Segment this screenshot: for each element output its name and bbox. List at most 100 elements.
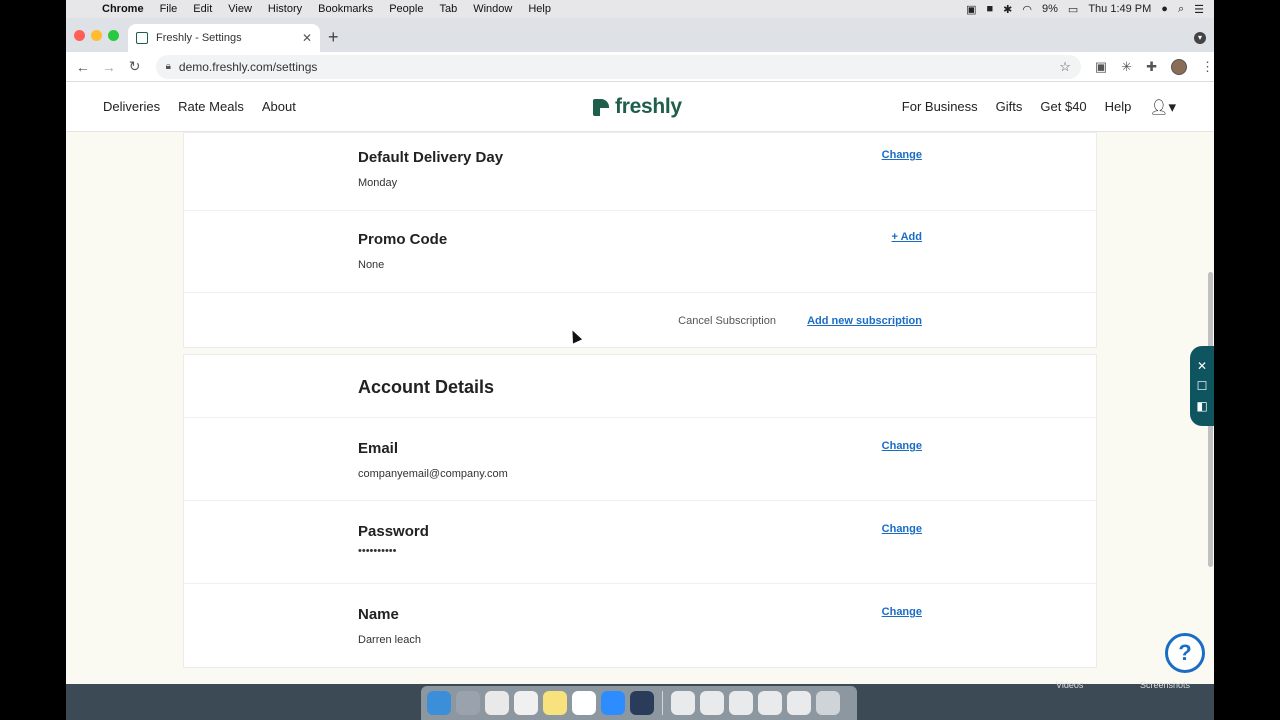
browser-tab[interactable]: Freshly - Settings ✕	[128, 24, 320, 52]
help-button[interactable]: ?	[1165, 633, 1205, 673]
panel-icon[interactable]: ◧	[1196, 399, 1207, 413]
account-menu-icon[interactable]: 👤︎▾	[1149, 98, 1176, 116]
notification-icon[interactable]: ☰	[1194, 3, 1204, 16]
password-value: ••••••••••	[358, 545, 397, 557]
desktop-videos-label[interactable]: Videos	[1056, 680, 1083, 690]
finder-icon[interactable]	[427, 691, 451, 715]
clock[interactable]: Thu 1:49 PM	[1088, 3, 1151, 15]
web-page: Deliveries Rate Meals About freshly For …	[66, 82, 1214, 684]
nav-about[interactable]: About	[262, 99, 296, 114]
forward-arrow-icon[interactable]: →	[96, 59, 122, 75]
dock-separator	[662, 691, 663, 715]
battery-percent[interactable]: 9%	[1042, 3, 1058, 15]
slack-extension-icon[interactable]: ✳	[1121, 59, 1132, 75]
tab-strip: Freshly - Settings ✕ + ▾	[66, 18, 1214, 52]
bookmark-star-icon[interactable]: ☆	[1059, 59, 1071, 75]
menu-edit[interactable]: Edit	[185, 3, 220, 15]
lock-icon[interactable]: 🔒︎	[166, 61, 171, 72]
user-icon[interactable]: ●	[1161, 3, 1168, 15]
quicktime-icon[interactable]	[630, 691, 654, 715]
spotlight-icon[interactable]: ⌕	[1178, 3, 1184, 16]
tab-title: Freshly - Settings	[156, 32, 242, 44]
screen: Chrome File Edit View History Bookmarks …	[66, 0, 1214, 720]
new-tab-button[interactable]: +	[328, 28, 339, 46]
change-name-link[interactable]: Change	[882, 606, 922, 618]
puzzle-extensions-icon[interactable]: ✚	[1146, 59, 1157, 75]
change-password-link[interactable]: Change	[882, 523, 922, 535]
chrome-menu-icon[interactable]: ⋮	[1201, 59, 1214, 75]
zoom-icon[interactable]	[601, 691, 625, 715]
mac-menubar: Chrome File Edit View History Bookmarks …	[66, 0, 1214, 18]
menu-help[interactable]: Help	[520, 3, 559, 15]
profile-avatar[interactable]	[1170, 58, 1187, 75]
freshly-logo-icon	[593, 98, 609, 116]
subscription-actions-row: Cancel Subscription Add new subscription	[184, 293, 1096, 349]
delivery-day-title: Default Delivery Day	[358, 149, 504, 166]
close-tab-icon[interactable]: ✕	[302, 31, 312, 45]
menu-bookmarks[interactable]: Bookmarks	[310, 3, 381, 15]
close-icon[interactable]: ✕	[1197, 359, 1207, 373]
url-text[interactable]: demo.freshly.com/settings	[179, 60, 318, 74]
delivery-day-row: Default Delivery Day Monday Change	[184, 133, 1096, 211]
address-bar[interactable]: 🔒︎ demo.freshly.com/settings ☆	[155, 54, 1081, 79]
battery-icon: ▭	[1067, 3, 1079, 16]
menu-file[interactable]: File	[152, 3, 186, 15]
window-thumbnail-icon[interactable]	[700, 691, 724, 715]
close-window-button[interactable]	[74, 30, 85, 41]
nav-deliveries[interactable]: Deliveries	[103, 99, 160, 114]
slack-icon[interactable]	[514, 691, 538, 715]
menu-people[interactable]: People	[381, 3, 431, 15]
promo-code-row: Promo Code None + Add	[184, 211, 1096, 293]
account-details-card: Account Details Email companyemail@compa…	[183, 354, 1097, 668]
add-promo-code-link[interactable]: + Add	[892, 231, 922, 243]
nav-gifts[interactable]: Gifts	[996, 99, 1023, 114]
change-email-link[interactable]: Change	[882, 440, 922, 452]
maximize-window-button[interactable]	[108, 30, 119, 41]
bluetooth-icon[interactable]: ✱	[1003, 3, 1012, 16]
nav-rate-meals[interactable]: Rate Meals	[178, 99, 244, 114]
promo-code-title: Promo Code	[358, 231, 448, 248]
menu-tab[interactable]: Tab	[431, 3, 465, 15]
password-title: Password	[358, 523, 429, 540]
square-icon[interactable]: ☐	[1197, 379, 1208, 393]
mac-dock	[421, 686, 857, 720]
desktop-screenshots-label[interactable]: Screenshots	[1140, 680, 1190, 690]
window-thumbnail-icon[interactable]	[787, 691, 811, 715]
nav-for-business[interactable]: For Business	[902, 99, 978, 114]
back-arrow-icon[interactable]: ←	[70, 59, 96, 75]
chrome-icon[interactable]	[485, 691, 509, 715]
email-title: Email	[358, 440, 399, 457]
account-details-title: Account Details	[358, 377, 495, 397]
recorder-widget[interactable]: ✕ ☐ ◧	[1190, 346, 1214, 426]
launchpad-icon[interactable]	[456, 691, 480, 715]
menu-window[interactable]: Window	[465, 3, 520, 15]
promo-code-value: None	[358, 259, 385, 271]
wifi-icon[interactable]: ◠	[1022, 3, 1032, 16]
add-new-subscription-link[interactable]: Add new subscription	[807, 315, 922, 327]
nav-get-40[interactable]: Get $40	[1040, 99, 1086, 114]
cancel-subscription-link[interactable]: Cancel Subscription	[678, 315, 776, 327]
window-thumbnail-icon[interactable]	[671, 691, 695, 715]
window-thumbnail-icon[interactable]	[758, 691, 782, 715]
menu-history[interactable]: History	[260, 3, 310, 15]
window-thumbnail-icon[interactable]	[729, 691, 753, 715]
freshly-status-icon[interactable]: ■	[987, 3, 994, 15]
trash-icon[interactable]	[816, 691, 840, 715]
account-header-row: Account Details	[184, 355, 1096, 418]
screen-icon[interactable]: ▣	[966, 3, 976, 16]
nav-help[interactable]: Help	[1105, 99, 1132, 114]
minimize-window-button[interactable]	[91, 30, 102, 41]
name-title: Name	[358, 606, 399, 623]
menu-chrome[interactable]: Chrome	[94, 3, 152, 15]
subscription-card: Default Delivery Day Monday Change Promo…	[183, 132, 1097, 348]
notes-icon[interactable]	[543, 691, 567, 715]
name-row: Name Darren leach Change	[184, 584, 1096, 668]
browser-toolbar: ← → ↻ 🔒︎ demo.freshly.com/settings ☆ ▣ ✳…	[66, 52, 1214, 82]
menu-view[interactable]: View	[220, 3, 260, 15]
tab-search-icon[interactable]: ▾	[1194, 32, 1206, 44]
calendar-icon[interactable]	[572, 691, 596, 715]
freshly-logo[interactable]: freshly	[593, 95, 682, 119]
change-delivery-day-link[interactable]: Change	[882, 149, 922, 161]
extension-icon[interactable]: ▣	[1095, 59, 1107, 75]
reload-icon[interactable]: ↻	[122, 58, 148, 75]
